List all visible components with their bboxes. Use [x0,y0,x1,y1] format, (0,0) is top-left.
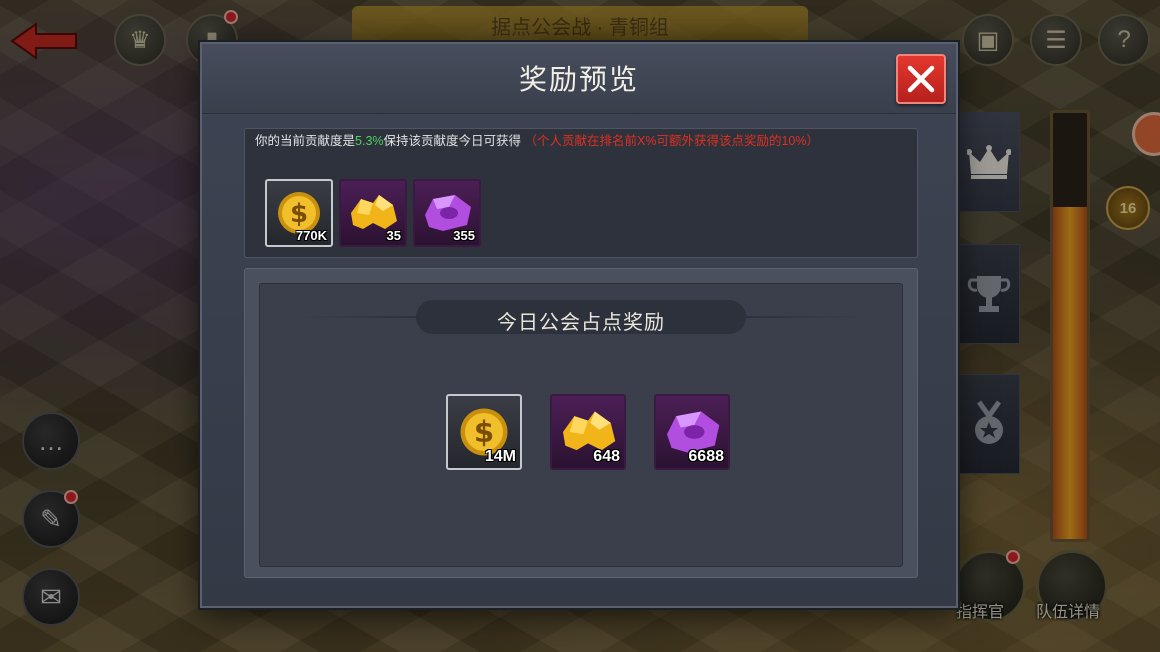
contribution-text: 你的当前贡献度是5.3%保持该贡献度今日可获得 （个人贡献在排名前X%可额外获得… [255,133,855,149]
reward-gold-coin[interactable]: $ 14M [446,394,522,470]
bonus-warning: （个人贡献在排名前X%可额外获得该点奖励的10%） [524,134,819,148]
svg-text:$: $ [474,415,494,449]
contribution-percent: 5.3% [355,134,384,148]
guild-title-bar: 今日公会占点奖励 [416,300,746,334]
reward-quantity: 770K [295,228,327,243]
dialog-header: 奖励预览 [202,44,956,114]
guild-reward-panel: 今日公会占点奖励 $ 14M 648 6688 [244,268,918,578]
personal-reward-panel: 你的当前贡献度是5.3%保持该贡献度今日可获得 （个人贡献在排名前X%可额外获得… [244,128,918,258]
reward-quantity: 35 [386,228,401,243]
reward-purple-gem[interactable]: 6688 [654,394,730,470]
reward-gold-coin[interactable]: $ 770K [265,179,333,247]
close-button[interactable] [896,54,946,104]
contribution-prefix: 你的当前贡献度是 [255,134,356,148]
contribution-middle: 保持该贡献度今日可获得 [383,134,522,148]
reward-purple-gem[interactable]: 355 [413,179,481,247]
reward-quantity: 648 [593,448,620,465]
title-divider-right [744,316,864,318]
guild-reward-inner: 今日公会占点奖励 $ 14M 648 6688 [259,283,903,567]
guild-reward-list: $ 14M 648 6688 [446,394,730,470]
personal-reward-list: $ 770K 35 355 [265,179,481,247]
close-x-icon [907,65,935,93]
reward-preview-dialog: 奖励预览 你的当前贡献度是5.3%保持该贡献度今日可获得 （个人贡献在排名前X%… [200,42,958,608]
reward-quantity: 14M [484,448,516,465]
reward-quantity: 6688 [688,448,724,465]
reward-quantity: 355 [453,228,475,243]
guild-reward-title: 今日公会占点奖励 [497,312,665,334]
svg-text:$: $ [290,199,308,229]
dialog-title: 奖励预览 [518,64,639,95]
title-divider-left [300,316,420,318]
reward-gold-ore[interactable]: 648 [550,394,626,470]
reward-gold-ore[interactable]: 35 [339,179,407,247]
